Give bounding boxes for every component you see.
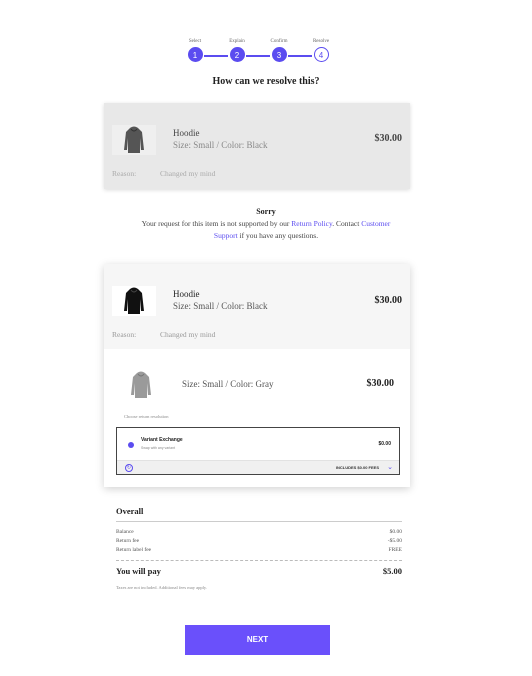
exchange-variant: Size: Small / Color: Gray <box>182 379 274 389</box>
radio-selected-icon[interactable] <box>128 442 134 448</box>
overall-title: Overall <box>116 506 144 516</box>
product-name: Hoodie <box>173 128 200 138</box>
summary-row-label-fee: Return label fee FREE <box>116 547 402 553</box>
product-price: $30.00 <box>374 295 403 306</box>
step-label: Confirm <box>270 39 288 44</box>
exchange-item-card: Hoodie Size: Small / Color: Black $30.00… <box>104 264 410 487</box>
row-value: $0.00 <box>389 529 402 535</box>
product-price: $30.00 <box>374 133 403 144</box>
hoodie-image <box>112 125 156 155</box>
total-label: You will pay <box>116 566 161 576</box>
sorry-title: Sorry <box>256 207 276 216</box>
step-confirm: Confirm 3 <box>259 38 299 62</box>
variant-exchange-option[interactable]: Variant Exchange Swap with any variant $… <box>116 427 400 475</box>
option-title: Variant Exchange <box>141 437 183 443</box>
next-button[interactable]: NEXT <box>185 625 330 655</box>
summary-row-balance: Balance $0.00 <box>116 529 402 535</box>
row-label: Return label fee <box>116 547 152 553</box>
total-row: You will pay $5.00 <box>116 566 402 576</box>
option-subtitle: Swap with any variant <box>141 446 176 450</box>
progress-stepper: Select 1 Explain 2 Confirm 3 Resolve 4 <box>0 38 532 68</box>
reason-value: Changed my mind <box>160 330 216 339</box>
step-label: Select <box>188 39 202 44</box>
hoodie-icon <box>124 126 144 153</box>
step-number: 3 <box>271 47 287 62</box>
row-value: -$5.00 <box>387 538 402 544</box>
step-number: 2 <box>229 47 245 62</box>
tax-note: Taxes are not included. Additional fees … <box>116 585 207 590</box>
step-label: Resolve <box>312 39 330 44</box>
divider <box>116 521 402 522</box>
dashed-divider <box>116 560 402 561</box>
page-title: How can we resolve this? <box>212 76 320 87</box>
step-label: Explain <box>229 39 245 44</box>
sorry-text-middle: . Contact <box>332 219 362 228</box>
summary-row-return-fee: Return fee -$5.00 <box>116 538 402 544</box>
exchange-cycle-icon: ↻ <box>125 464 133 472</box>
sorry-message: Your request for this item is not suppor… <box>130 218 402 242</box>
step-number: 1 <box>187 47 203 62</box>
option-price: $0.00 <box>378 441 391 447</box>
chevron-down-icon[interactable]: ⌄ <box>387 463 393 471</box>
step-select: Select 1 <box>175 38 215 62</box>
total-value: $5.00 <box>382 566 402 576</box>
reason-label: Reason: <box>112 169 137 178</box>
product-variant: Size: Small / Color: Black <box>173 140 268 150</box>
option-fees-bar[interactable]: ↻ INCLUDES $0.00 FEES ⌄ <box>117 460 399 474</box>
step-resolve: Resolve 4 <box>301 38 341 62</box>
item-summary: Hoodie Size: Small / Color: Black $30.00… <box>104 264 410 349</box>
product-variant: Size: Small / Color: Black <box>173 301 268 311</box>
sorry-text-after: if you have any questions. <box>237 231 319 240</box>
hoodie-image <box>112 286 156 316</box>
hoodie-gray-icon <box>131 371 151 398</box>
row-value: FREE <box>388 547 402 553</box>
choose-resolution-label: Choose return resolution <box>124 414 169 419</box>
exchange-variant-image <box>126 367 156 403</box>
unsupported-item-card: Hoodie Size: Small / Color: Black $30.00… <box>104 103 410 189</box>
step-number: 4 <box>313 47 329 62</box>
sorry-text-before: Your request for this item is not suppor… <box>141 219 292 228</box>
reason-value: Changed my mind <box>160 169 216 178</box>
reason-label: Reason: <box>112 330 137 339</box>
hoodie-icon <box>124 287 144 314</box>
product-name: Hoodie <box>173 289 200 299</box>
exchange-price: $30.00 <box>366 378 395 389</box>
return-policy-link[interactable]: Return Policy <box>291 219 332 228</box>
row-label: Return fee <box>116 538 140 544</box>
row-label: Balance <box>116 529 134 535</box>
fees-label: INCLUDES $0.00 FEES <box>335 465 379 470</box>
step-explain: Explain 2 <box>217 38 257 62</box>
